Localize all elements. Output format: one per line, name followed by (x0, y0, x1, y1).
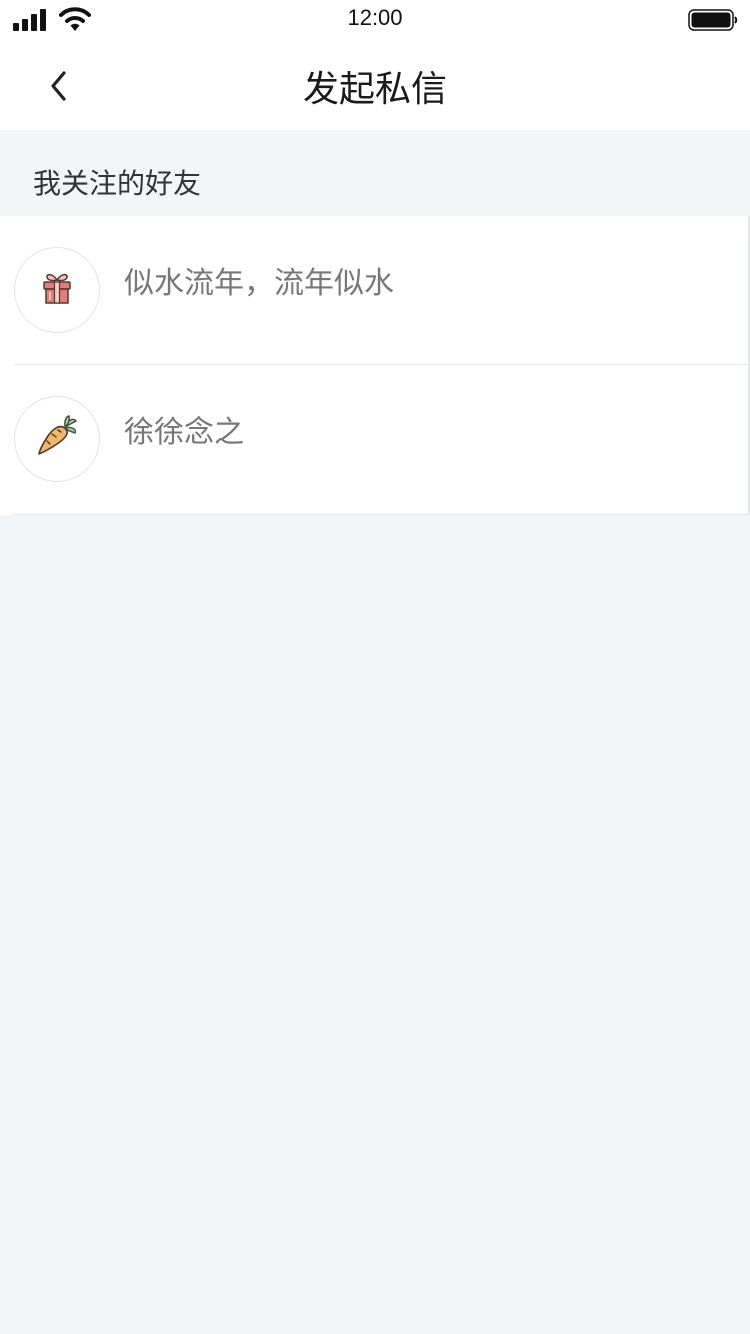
friend-list: 似水流年，流年似水 徐徐念之 (0, 216, 750, 515)
friend-list-item[interactable]: 徐徐念之 (0, 365, 748, 515)
friend-list-item[interactable]: 似水流年，流年似水 (0, 216, 748, 365)
divider (14, 514, 748, 515)
friend-name: 徐徐念之 (124, 415, 244, 450)
avatar (14, 396, 100, 482)
page-title: 发起私信 (302, 69, 447, 110)
avatar (14, 247, 100, 333)
nav-bar: 发起私信 (0, 40, 750, 130)
status-time: 12:00 (347, 5, 403, 30)
battery-icon (688, 9, 738, 35)
friend-name: 似水流年，流年似水 (124, 266, 394, 301)
gift-icon (37, 268, 77, 312)
section-header: 我关注的好友 (0, 130, 750, 216)
section-title: 我关注的好友 (33, 167, 202, 200)
status-bar: 12:00 (0, 0, 750, 40)
carrot-icon (34, 414, 80, 464)
